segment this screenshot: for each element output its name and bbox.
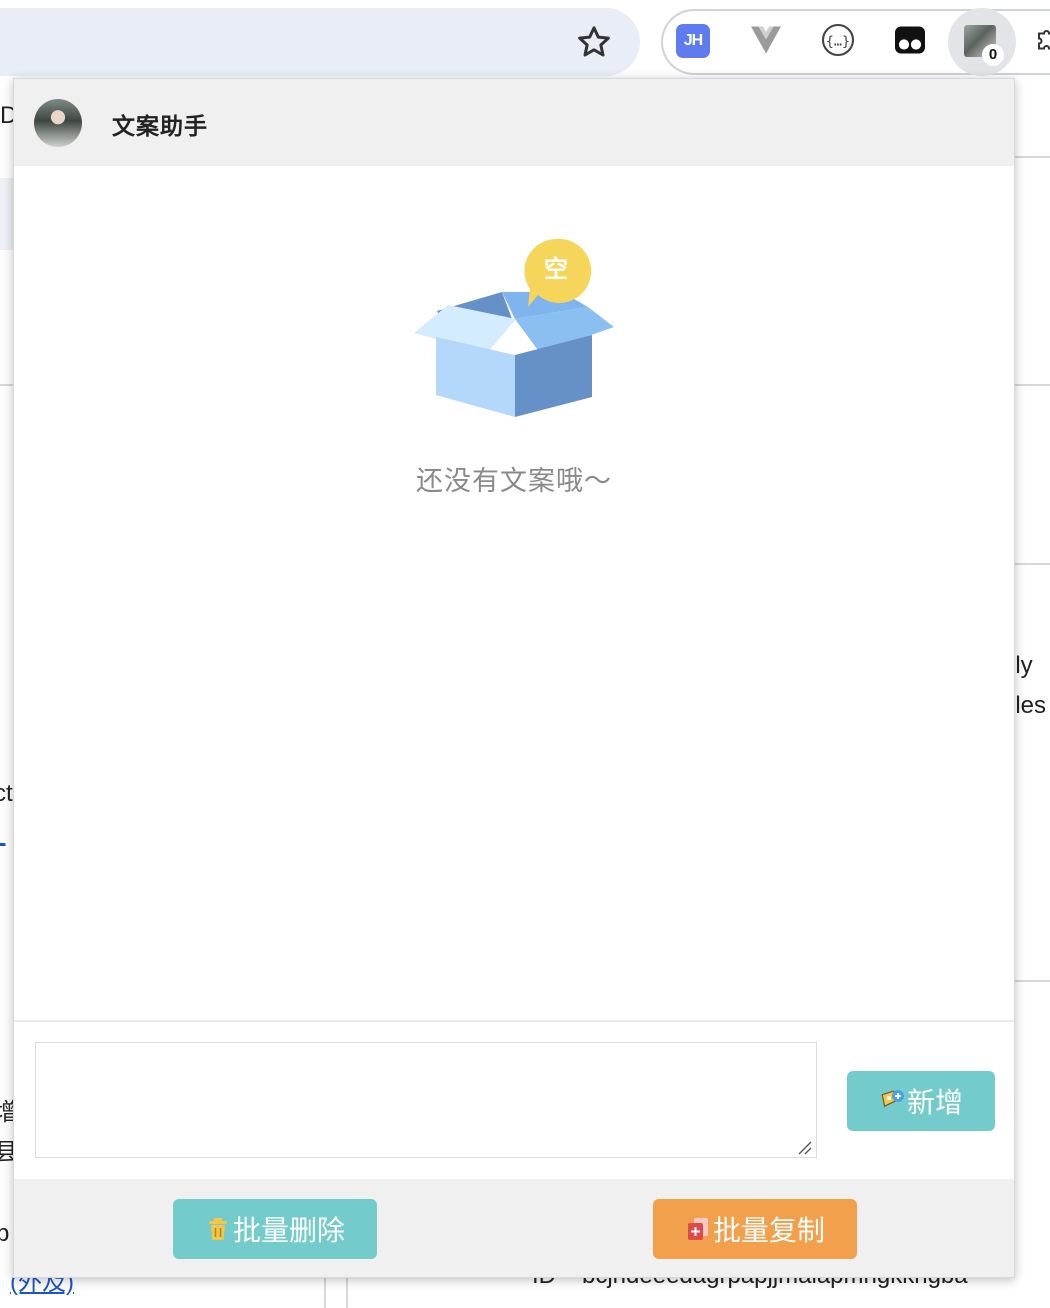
empty-message: 还没有文案哦～	[416, 466, 612, 496]
bg-panel	[0, 178, 13, 250]
trash-icon	[208, 1218, 227, 1240]
batch-delete-label: 批量删除	[232, 1215, 345, 1246]
extension-popup: 文案助手 空 还没有文案哦～ 新增 批量删除 批量复制	[13, 78, 1015, 1278]
divider	[14, 1020, 1014, 1022]
extensions-puzzle-icon[interactable]	[1034, 26, 1050, 56]
extension-badge: 0	[982, 44, 1004, 66]
popup-footer: 批量删除 批量复制	[14, 1179, 1014, 1277]
tampermonkey-icon[interactable]	[892, 22, 928, 58]
svg-text:{…}: {…}	[826, 33, 850, 49]
copy-icon	[687, 1218, 708, 1240]
bg-link[interactable]: _	[0, 820, 5, 848]
resize-handle-icon[interactable]	[796, 1139, 812, 1155]
popup-header: 文案助手	[14, 79, 1014, 166]
avatar	[34, 99, 82, 147]
empty-state: 空 还没有文案哦～	[14, 229, 1014, 509]
bg-text: iles	[1010, 692, 1047, 719]
batch-delete-button[interactable]: 批量删除	[173, 1199, 377, 1259]
batch-copy-button[interactable]: 批量复制	[653, 1199, 857, 1259]
empty-badge-text: 空	[544, 256, 568, 283]
bg-divider	[1015, 980, 1050, 982]
bg-divider	[1015, 384, 1050, 386]
bg-divider	[346, 1278, 348, 1308]
popup-title: 文案助手	[112, 113, 208, 139]
bg-text: ct	[0, 780, 13, 807]
browser-toolbar: JH {…} 0	[0, 0, 1050, 78]
json-viewer-icon[interactable]: {…}	[820, 22, 856, 58]
jh-extension-icon[interactable]: JH	[676, 24, 710, 58]
bg-divider	[324, 1278, 326, 1308]
vue-devtools-icon[interactable]	[748, 22, 784, 58]
add-button-label: 新增	[906, 1087, 963, 1118]
address-bar[interactable]	[0, 8, 640, 76]
empty-box-icon	[414, 238, 614, 417]
copy-text-input[interactable]	[35, 1042, 817, 1158]
bookmark-star-icon[interactable]	[574, 22, 614, 62]
batch-copy-label: 批量复制	[712, 1215, 825, 1246]
tag-add-icon	[881, 1090, 904, 1108]
add-button[interactable]: 新增	[847, 1071, 995, 1131]
bg-divider	[1015, 563, 1050, 565]
bg-divider	[1015, 156, 1050, 158]
bg-text: b	[0, 1220, 10, 1247]
bg-divider	[0, 384, 13, 386]
